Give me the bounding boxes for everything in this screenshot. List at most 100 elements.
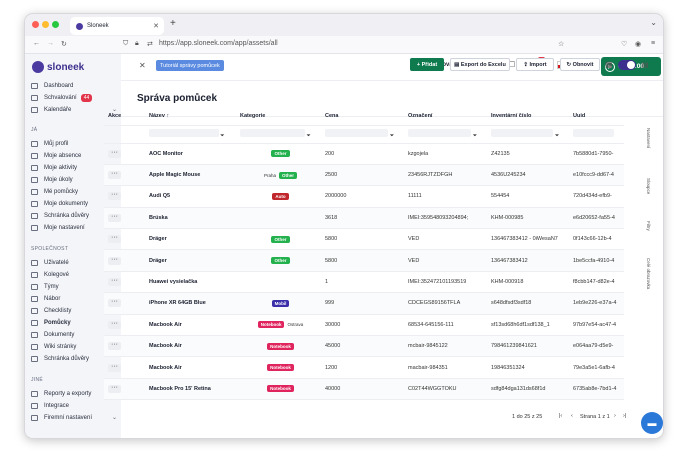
column-header-uuid[interactable]: Uuid <box>569 108 624 126</box>
minimize-window-icon[interactable] <box>42 21 49 28</box>
name-cell[interactable]: AOC Monitor <box>145 143 236 165</box>
permissions-icon[interactable]: ⇄ <box>147 40 153 48</box>
grid-view-icon[interactable]: ▦ <box>605 60 613 69</box>
name-cell[interactable]: Macbook Pro 15' Retina <box>145 378 236 401</box>
uuid-filter-input[interactable] <box>573 129 614 137</box>
column-header-inventory-number[interactable]: Inventární číslo <box>487 108 569 126</box>
table-row[interactable]: ··· Audi Q5 Auto 2000000 11111 554454 720d434d… <box>104 185 624 208</box>
account-icon[interactable]: ◉ <box>635 40 641 48</box>
new-tab-icon[interactable]: + <box>170 18 176 29</box>
row-actions-menu-icon[interactable]: ··· <box>108 234 121 244</box>
name-cell[interactable]: iPhone XR 64GB Blue <box>145 292 236 315</box>
side-tab-columns[interactable]: Sloupce <box>646 178 651 194</box>
filter-icon[interactable]: ⏷ <box>220 133 224 139</box>
row-actions-menu-icon[interactable]: ··· <box>108 149 121 158</box>
table-view-icon[interactable]: ▤ <box>641 60 649 69</box>
table-row[interactable]: ··· Dräger Other 5800 VED 136467383412 1be5ccf… <box>104 249 624 272</box>
previous-page-icon[interactable]: ‹ <box>571 413 573 419</box>
reload-icon[interactable]: ↻ <box>61 40 67 48</box>
uuid-cell: 79e3a5e1-6afb-4 <box>569 356 624 379</box>
row-actions-menu-icon[interactable]: ··· <box>108 320 121 329</box>
filter-icon[interactable]: ⏷ <box>306 133 310 139</box>
name-cell[interactable]: Huawei vysielačka <box>145 271 236 294</box>
forward-icon[interactable]: → <box>47 40 54 47</box>
row-actions-menu-icon[interactable]: ··· <box>108 363 121 372</box>
inventory-filter-input[interactable] <box>491 128 554 137</box>
mark-cell: VED <box>404 249 487 272</box>
name-cell[interactable]: Macbook Air <box>145 314 236 337</box>
name-cell[interactable]: Audi Q5 <box>145 185 236 208</box>
side-tab-settings[interactable]: Nastavení <box>646 128 651 148</box>
name-cell[interactable]: Macbook Air <box>145 335 236 358</box>
row-actions-menu-icon[interactable]: ··· <box>108 384 121 393</box>
table-row[interactable]: ··· Macbook Air Notebook 1200 macbair-984351… <box>104 356 624 379</box>
tutorial-button[interactable]: Tutoriál správy pomůcek <box>156 60 224 71</box>
category-filter-input[interactable] <box>240 128 305 137</box>
menu-icon[interactable]: ≡ <box>651 40 655 47</box>
collapse-menu-icon[interactable]: ✕ <box>139 61 146 70</box>
next-page-icon[interactable]: › <box>614 413 616 419</box>
name-cell[interactable]: Dräger <box>145 249 236 272</box>
actions-cell: ··· <box>104 271 145 294</box>
table-row[interactable]: ··· AOC Monitor Other 200 kzgojela Z42135 7b58… <box>104 143 624 165</box>
filter-icon[interactable]: ⏷ <box>390 133 394 139</box>
row-actions-menu-icon[interactable]: ··· <box>108 256 121 265</box>
column-header-price[interactable]: Cena <box>321 108 404 126</box>
maximize-window-icon[interactable] <box>52 21 59 28</box>
row-actions-menu-icon[interactable]: ··· <box>108 213 121 222</box>
table-row[interactable]: ··· Brúska 3618 IMEI:359548093204894; KHM-00… <box>104 207 624 230</box>
table-row[interactable]: ··· Huawei vysielačka 1 IMEI:35247210119351… <box>104 271 624 294</box>
column-header-mark[interactable]: Označení <box>404 108 487 126</box>
column-header-name[interactable]: Název ↑ <box>145 108 236 126</box>
close-tab-icon[interactable]: ✕ <box>153 22 159 30</box>
name-filter-input[interactable] <box>149 128 219 137</box>
name-cell[interactable]: Brúska <box>145 207 236 230</box>
price-filter-input[interactable] <box>325 128 389 137</box>
tab-list-icon[interactable]: ⌄ <box>650 18 657 27</box>
import-button[interactable]: ⇪ Import <box>516 58 554 71</box>
mark-filter-input[interactable] <box>408 128 472 137</box>
url-text[interactable]: https://app.sloneek.com/app/assets/all <box>159 40 278 47</box>
side-tab-fullscreen[interactable]: Celé obrazovka <box>646 258 651 289</box>
table-row[interactable]: ··· iPhone XR 64GB Blue Mobil 999 CDCEGS8915… <box>104 292 624 315</box>
last-page-icon[interactable]: ›| <box>623 413 626 419</box>
close-window-icon[interactable] <box>32 21 39 28</box>
name-cell[interactable]: Apple Magic Mouse <box>145 164 236 187</box>
sidebar-item-approvals[interactable]: Schvalování 44 <box>31 92 117 103</box>
filter-icon[interactable]: ⏷ <box>555 133 559 139</box>
table-row[interactable]: ··· Dräger Other 5800 VED 136467383412 - 0iWe… <box>104 228 624 251</box>
browser-tab[interactable]: Sloneek ✕ <box>70 17 164 35</box>
category-badge: Notebook <box>267 385 294 393</box>
table-row[interactable]: ··· Apple Magic Mouse Praha Other 2500 23456R… <box>104 164 624 187</box>
table-row[interactable]: ··· Macbook Pro 15' Retina Notebook 40000 C0… <box>104 378 624 401</box>
name-cell[interactable]: Macbook Air <box>145 356 236 379</box>
gear-icon <box>31 224 38 231</box>
table-row[interactable]: ··· Macbook Air Notebook 45000 mcbair-984512… <box>104 335 624 358</box>
row-actions-menu-icon[interactable]: ··· <box>108 298 121 308</box>
sidebar-item-label: Schránka důvěry <box>44 355 90 362</box>
inventory-number-cell: 136467383412 <box>487 249 569 272</box>
column-header-category[interactable]: Kategorie <box>236 108 321 126</box>
support-chat-button[interactable]: ▬ <box>641 412 663 434</box>
shield-icon[interactable]: ⛉ <box>123 40 128 48</box>
refresh-button[interactable]: ↻ Obnovit <box>560 58 600 71</box>
table-row[interactable]: ··· Macbook Air Notebook Ostrava 30000 68534-… <box>104 314 624 337</box>
back-icon[interactable]: ← <box>33 40 40 47</box>
sidebar-item-dashboard[interactable]: Dashboard <box>31 80 117 91</box>
filter-icon[interactable]: ⏷ <box>473 133 477 139</box>
row-actions-menu-icon[interactable]: ··· <box>108 170 121 180</box>
inventory-number-cell: 798461239841621 <box>487 335 569 358</box>
side-tab-filters[interactable]: Filtry <box>646 221 651 231</box>
export-excel-button[interactable]: ▤ Export do Excelu <box>450 58 510 71</box>
sloneek-logo[interactable]: sloneek <box>32 61 84 73</box>
row-actions-menu-icon[interactable]: ··· <box>108 191 121 201</box>
name-cell[interactable]: Dräger <box>145 228 236 251</box>
pocket-icon[interactable]: ♡ <box>621 40 627 48</box>
first-page-icon[interactable]: |‹ <box>559 413 562 419</box>
sort-ascending-icon[interactable]: ↑ <box>166 113 169 119</box>
row-actions-menu-icon[interactable]: ··· <box>108 277 121 287</box>
row-actions-menu-icon[interactable]: ··· <box>108 341 121 351</box>
view-mode-toggle[interactable] <box>618 60 636 70</box>
add-asset-button[interactable]: + Přidat <box>410 58 444 71</box>
bookmark-star-icon[interactable]: ☆ <box>558 40 564 48</box>
